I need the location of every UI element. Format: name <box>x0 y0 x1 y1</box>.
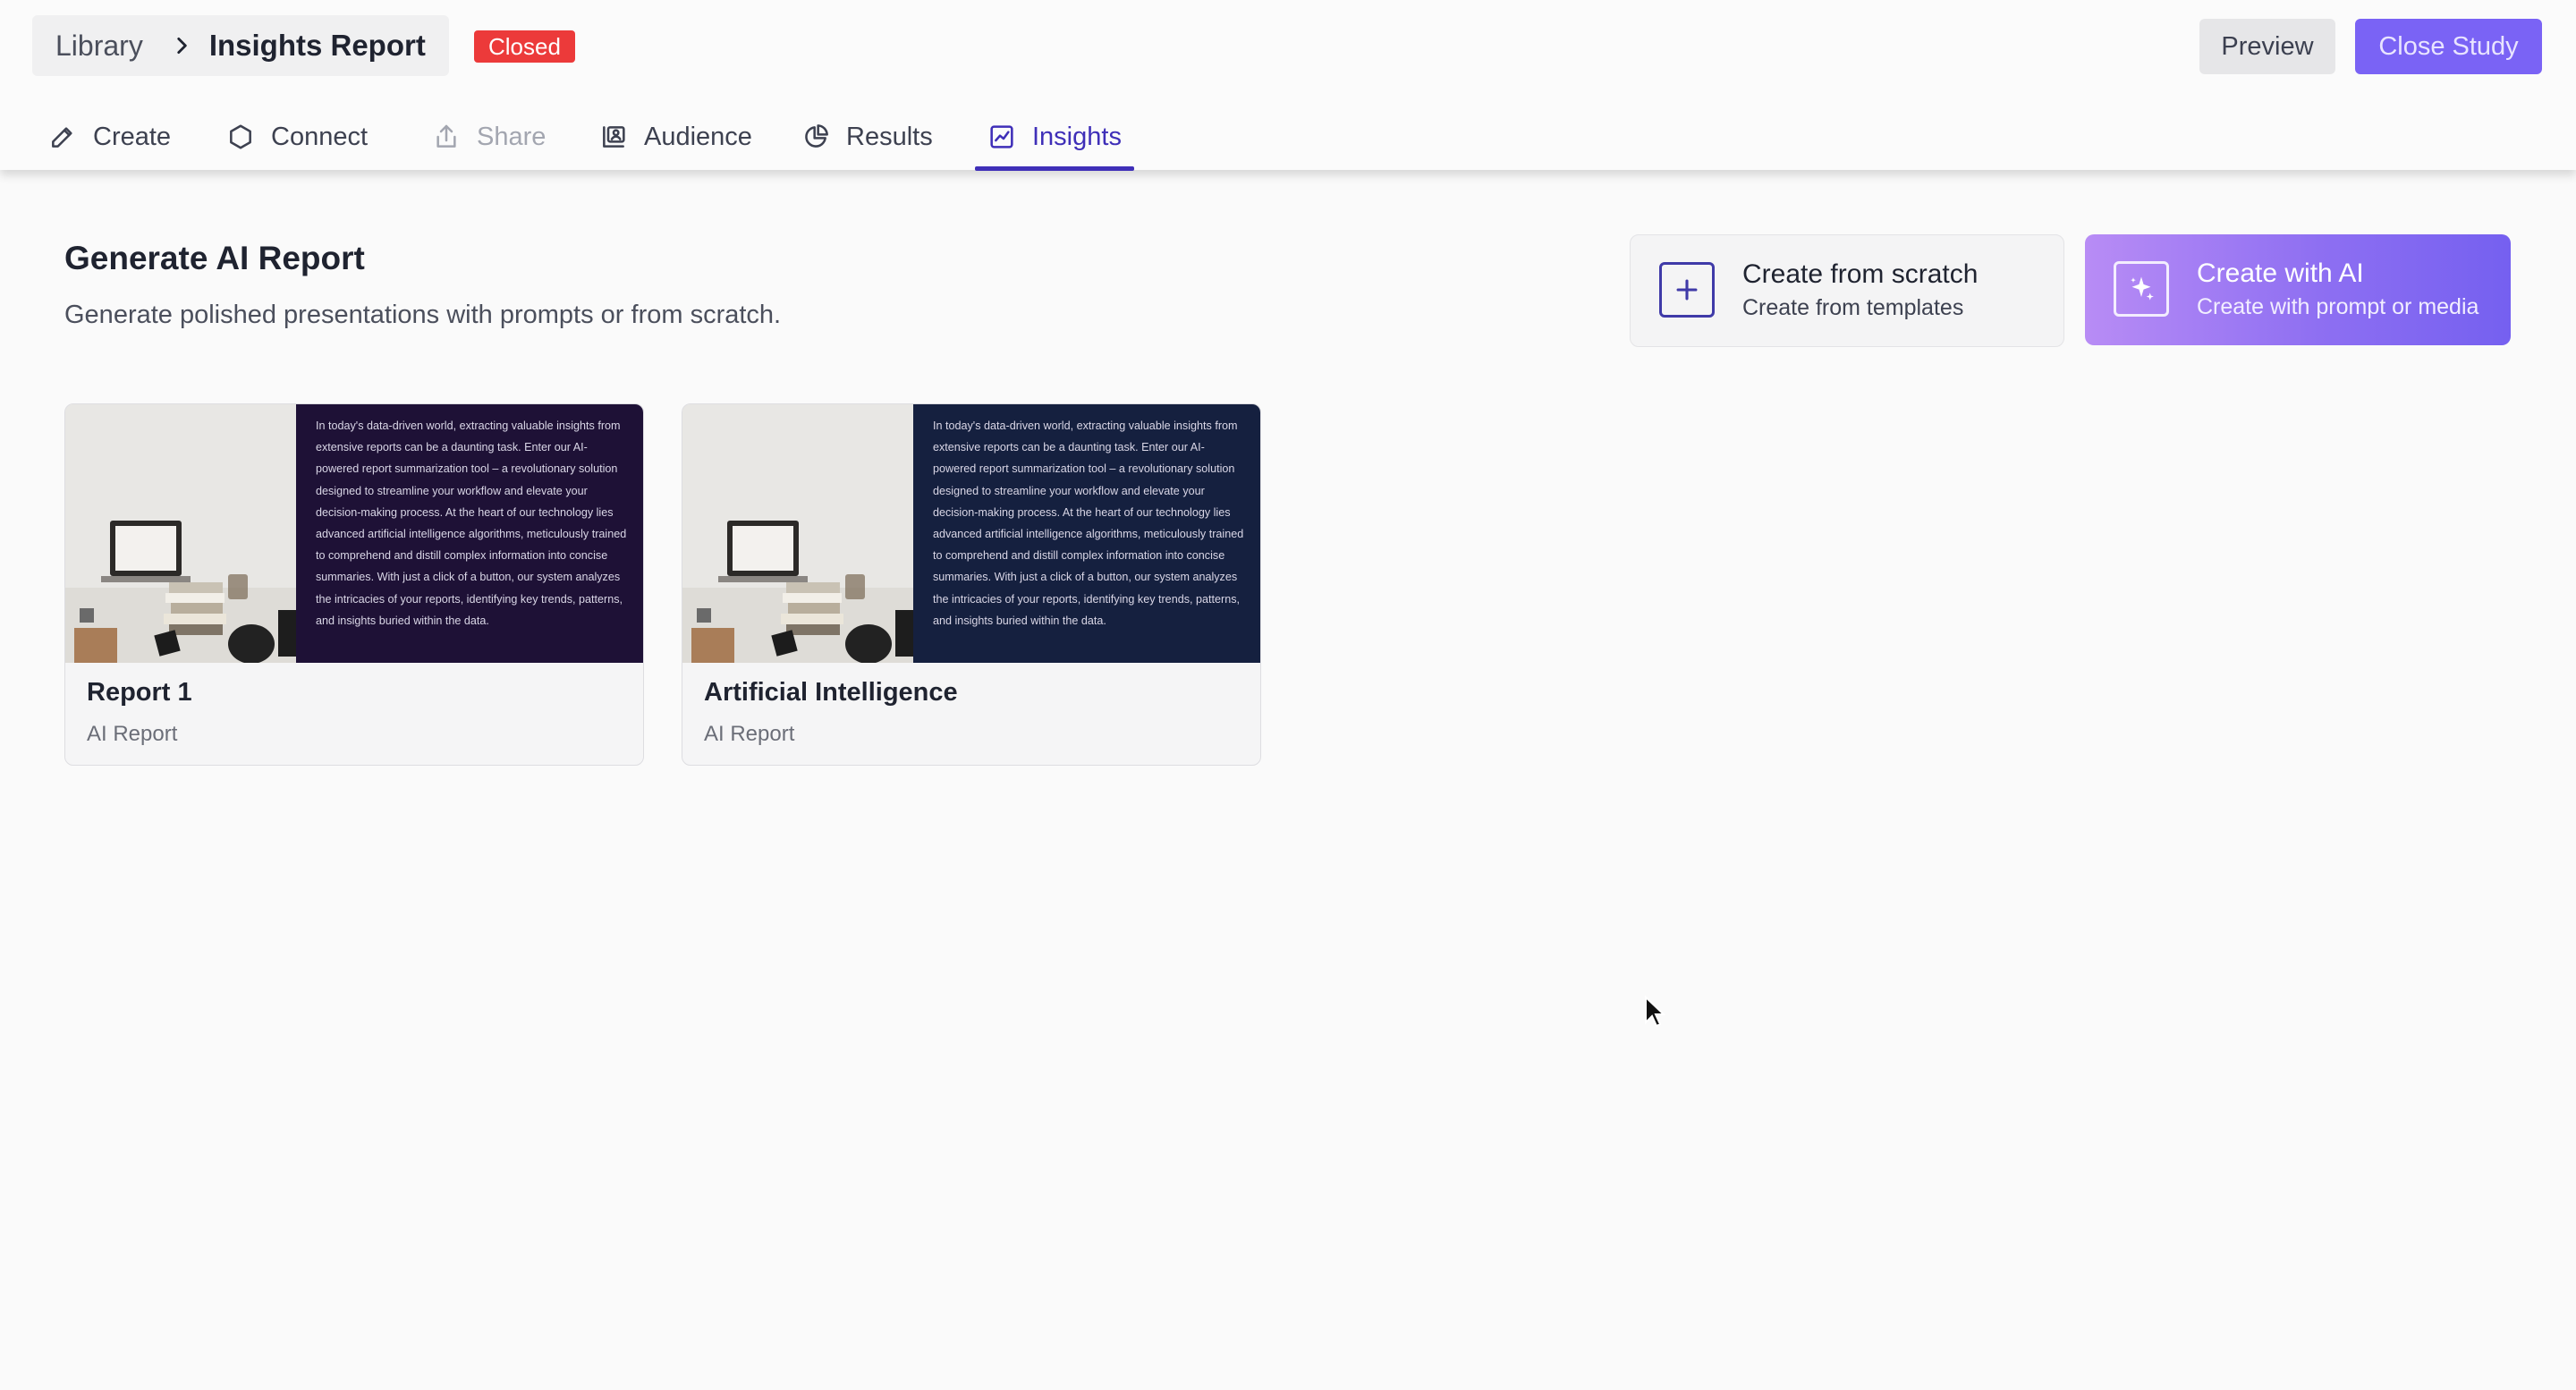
top-bar: Library Insights Report Closed Preview C… <box>0 0 2576 171</box>
tab-label: Insights <box>1032 122 1122 151</box>
action-title: Create from scratch <box>1742 259 1979 289</box>
tab-label: Connect <box>271 122 369 151</box>
report-type: AI Report <box>704 722 795 746</box>
tab-insights[interactable]: Insights <box>975 106 1134 171</box>
tab-label: Share <box>477 122 547 151</box>
plus-icon <box>1659 262 1715 318</box>
report-title: Artificial Intelligence <box>704 678 958 707</box>
pie-chart-icon <box>805 124 828 148</box>
audience-icon <box>603 126 625 148</box>
close-study-button[interactable]: Close Study <box>2355 19 2542 74</box>
create-with-ai-button[interactable]: Create with AI Create with prompt or med… <box>2085 234 2511 345</box>
action-text: Create from scratch Create from template… <box>1742 259 1978 323</box>
chevron-right-icon <box>177 38 187 54</box>
preview-button[interactable]: Preview <box>2199 19 2335 74</box>
pencil-icon <box>52 127 72 148</box>
tab-label: Results <box>846 122 933 151</box>
tab-label: Create <box>93 122 172 151</box>
report-card-artificial-intelligence[interactable]: In today's data-driven world, extracting… <box>682 403 1261 766</box>
tab-connect[interactable]: Connect <box>226 106 368 168</box>
thumbnail-text: In today's data-driven world, extracting… <box>316 420 627 627</box>
thumbnail-text-panel: In today's data-driven world, extracting… <box>296 404 643 663</box>
desk-photo <box>682 404 913 663</box>
thumbnail-text-panel: In today's data-driven world, extracting… <box>913 404 1260 663</box>
page-title: Generate AI Report <box>64 240 365 276</box>
action-title: Create with AI <box>2197 259 2364 288</box>
breadcrumb-current: Insights Report <box>208 29 426 62</box>
trend-chart-icon <box>990 125 1013 148</box>
share-icon <box>436 124 456 148</box>
tab-share[interactable]: Share <box>432 106 546 168</box>
action-subtitle: Create from templates <box>1742 295 1964 320</box>
action-subtitle: Create with prompt or media <box>2197 294 2479 319</box>
tab-audience[interactable]: Audience <box>599 106 752 168</box>
report-title: Report 1 <box>87 678 192 707</box>
report-type: AI Report <box>87 722 178 746</box>
tab-results[interactable]: Results <box>801 106 933 168</box>
create-from-scratch-button[interactable]: Create from scratch Create from template… <box>1630 234 2064 347</box>
breadcrumb-library-link[interactable]: Library <box>55 30 143 63</box>
action-text: Create with AI Create with prompt or med… <box>2197 258 2479 322</box>
report-card-report-1[interactable]: In today's data-driven world, extracting… <box>64 403 644 766</box>
thumbnail-text: In today's data-driven world, extracting… <box>933 420 1244 627</box>
tab-create[interactable]: Create <box>48 106 171 168</box>
status-badge: Closed <box>474 30 575 63</box>
breadcrumb: Library Insights Report <box>32 15 449 76</box>
tab-label: Audience <box>644 122 752 151</box>
mouse-cursor-icon <box>1645 996 1665 1028</box>
sparkle-icon <box>2114 261 2169 317</box>
tab-bar: Create Connect Share Audience Results In… <box>0 106 1252 171</box>
report-thumbnail: In today's data-driven world, extracting… <box>682 404 1260 663</box>
desk-photo <box>65 404 296 663</box>
report-thumbnail: In today's data-driven world, extracting… <box>65 404 643 663</box>
page-subtitle: Generate polished presentations with pro… <box>64 301 782 329</box>
hexagon-icon <box>230 124 251 149</box>
